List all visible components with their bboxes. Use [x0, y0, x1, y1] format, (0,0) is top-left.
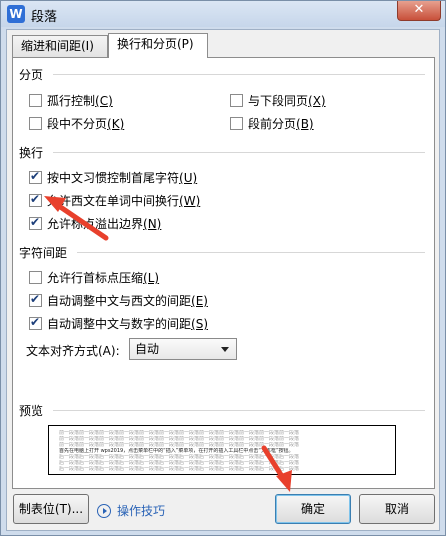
text-align-value: 自动 — [135, 342, 160, 356]
tab-line-page-breaks[interactable]: 换行和分页(P) — [108, 33, 208, 58]
cancel-button[interactable]: 取消 — [359, 494, 435, 524]
compress-punctuation-checkbox[interactable]: 允许行首标点压缩(L) — [29, 269, 159, 286]
dialog-body: 缩进和间距(I) 换行和分页(P) 分页 孤行控制(C) 与下段同页(X) 段中… — [6, 29, 440, 531]
checkbox-box — [29, 169, 42, 184]
section-divider — [53, 410, 425, 411]
chinese-line-rules-checkbox[interactable]: 按中文习惯控制首尾字符(U) — [29, 169, 197, 186]
tab-label: 缩进和间距(I) — [21, 39, 94, 53]
checkbox-box — [29, 215, 42, 230]
title-bar[interactable]: W 段落 ✕ — [1, 1, 445, 27]
ok-button[interactable]: 确定 — [275, 494, 351, 524]
checkbox-label: 段前分页(B) — [248, 117, 314, 131]
tab-label: 换行和分页(P) — [117, 37, 194, 51]
checkbox-label: 段中不分页(K) — [47, 117, 125, 131]
tab-panel-line-page-breaks: 分页 孤行控制(C) 与下段同页(X) 段中不分页(K) 段前分页(B) 换行 — [12, 57, 435, 489]
tab-stops-button[interactable]: 制表位(T)... — [13, 494, 89, 524]
checkbox-box — [29, 271, 42, 284]
tab-indent-spacing[interactable]: 缩进和间距(I) — [12, 35, 108, 57]
checkbox-box — [29, 315, 42, 330]
close-button[interactable]: ✕ — [397, 1, 441, 21]
checkbox-label: 孤行控制(C) — [47, 94, 113, 108]
text-align-label: 文本对齐方式(A): — [26, 344, 120, 358]
page-break-before-checkbox[interactable]: 段前分页(B) — [230, 115, 314, 132]
checkbox-box — [230, 94, 243, 107]
checkbox-box — [230, 117, 243, 130]
checkbox-box — [29, 94, 42, 107]
checkbox-label: 允许西文在单词中间换行(W) — [47, 194, 201, 208]
play-circle-icon — [97, 503, 111, 518]
checkbox-box — [29, 117, 42, 130]
preview-line: 后一段落后一段落后一段落后一段落后一段落后一段落后一段落后一段落后一段落后一段落… — [59, 466, 300, 472]
checkbox-label: 与下段同页(X) — [248, 94, 326, 108]
tips-link[interactable]: 操作技巧 — [97, 502, 165, 519]
dialog-title: 段落 — [31, 10, 58, 25]
keep-lines-together-checkbox[interactable]: 段中不分页(K) — [29, 115, 124, 132]
section-divider — [77, 252, 425, 253]
checkbox-box — [29, 192, 42, 207]
section-preview-label: 预览 — [19, 402, 44, 419]
checkbox-label: 按中文习惯控制首尾字符(U) — [47, 171, 198, 185]
checkbox-label: 允许行首标点压缩(L) — [47, 271, 160, 285]
checkbox-label: 允许标点溢出边界(N) — [47, 217, 162, 231]
widow-control-checkbox[interactable]: 孤行控制(C) — [29, 92, 113, 109]
section-char-spacing-label: 字符间距 — [19, 244, 68, 261]
checkbox-label: 自动调整中文与数字的间距(S) — [47, 317, 208, 331]
section-divider — [53, 74, 425, 75]
section-pagination-label: 分页 — [19, 66, 44, 83]
hanging-punctuation-checkbox[interactable]: 允许标点溢出边界(N) — [29, 215, 161, 232]
section-line-break-label: 换行 — [19, 144, 44, 161]
checkbox-box — [29, 292, 42, 307]
checkbox-label: 自动调整中文与西文的间距(E) — [47, 294, 208, 308]
keep-with-next-checkbox[interactable]: 与下段同页(X) — [230, 92, 326, 109]
tips-label: 操作技巧 — [117, 504, 166, 518]
paragraph-preview: 前一段落前一段落前一段落前一段落前一段落前一段落前一段落前一段落前一段落前一段落… — [48, 425, 396, 475]
text-align-select[interactable]: 自动 — [129, 338, 237, 360]
western-word-wrap-checkbox[interactable]: 允许西文在单词中间换行(W) — [29, 192, 200, 209]
section-divider — [53, 152, 425, 153]
wps-app-icon: W — [7, 5, 25, 23]
paragraph-dialog: W 段落 ✕ 缩进和间距(I) 换行和分页(P) 分页 孤行控制(C) 与下段同… — [0, 0, 446, 536]
auto-space-number-checkbox[interactable]: 自动调整中文与数字的间距(S) — [29, 315, 208, 332]
auto-space-western-checkbox[interactable]: 自动调整中文与西文的间距(E) — [29, 292, 208, 309]
chevron-down-icon — [221, 347, 229, 352]
